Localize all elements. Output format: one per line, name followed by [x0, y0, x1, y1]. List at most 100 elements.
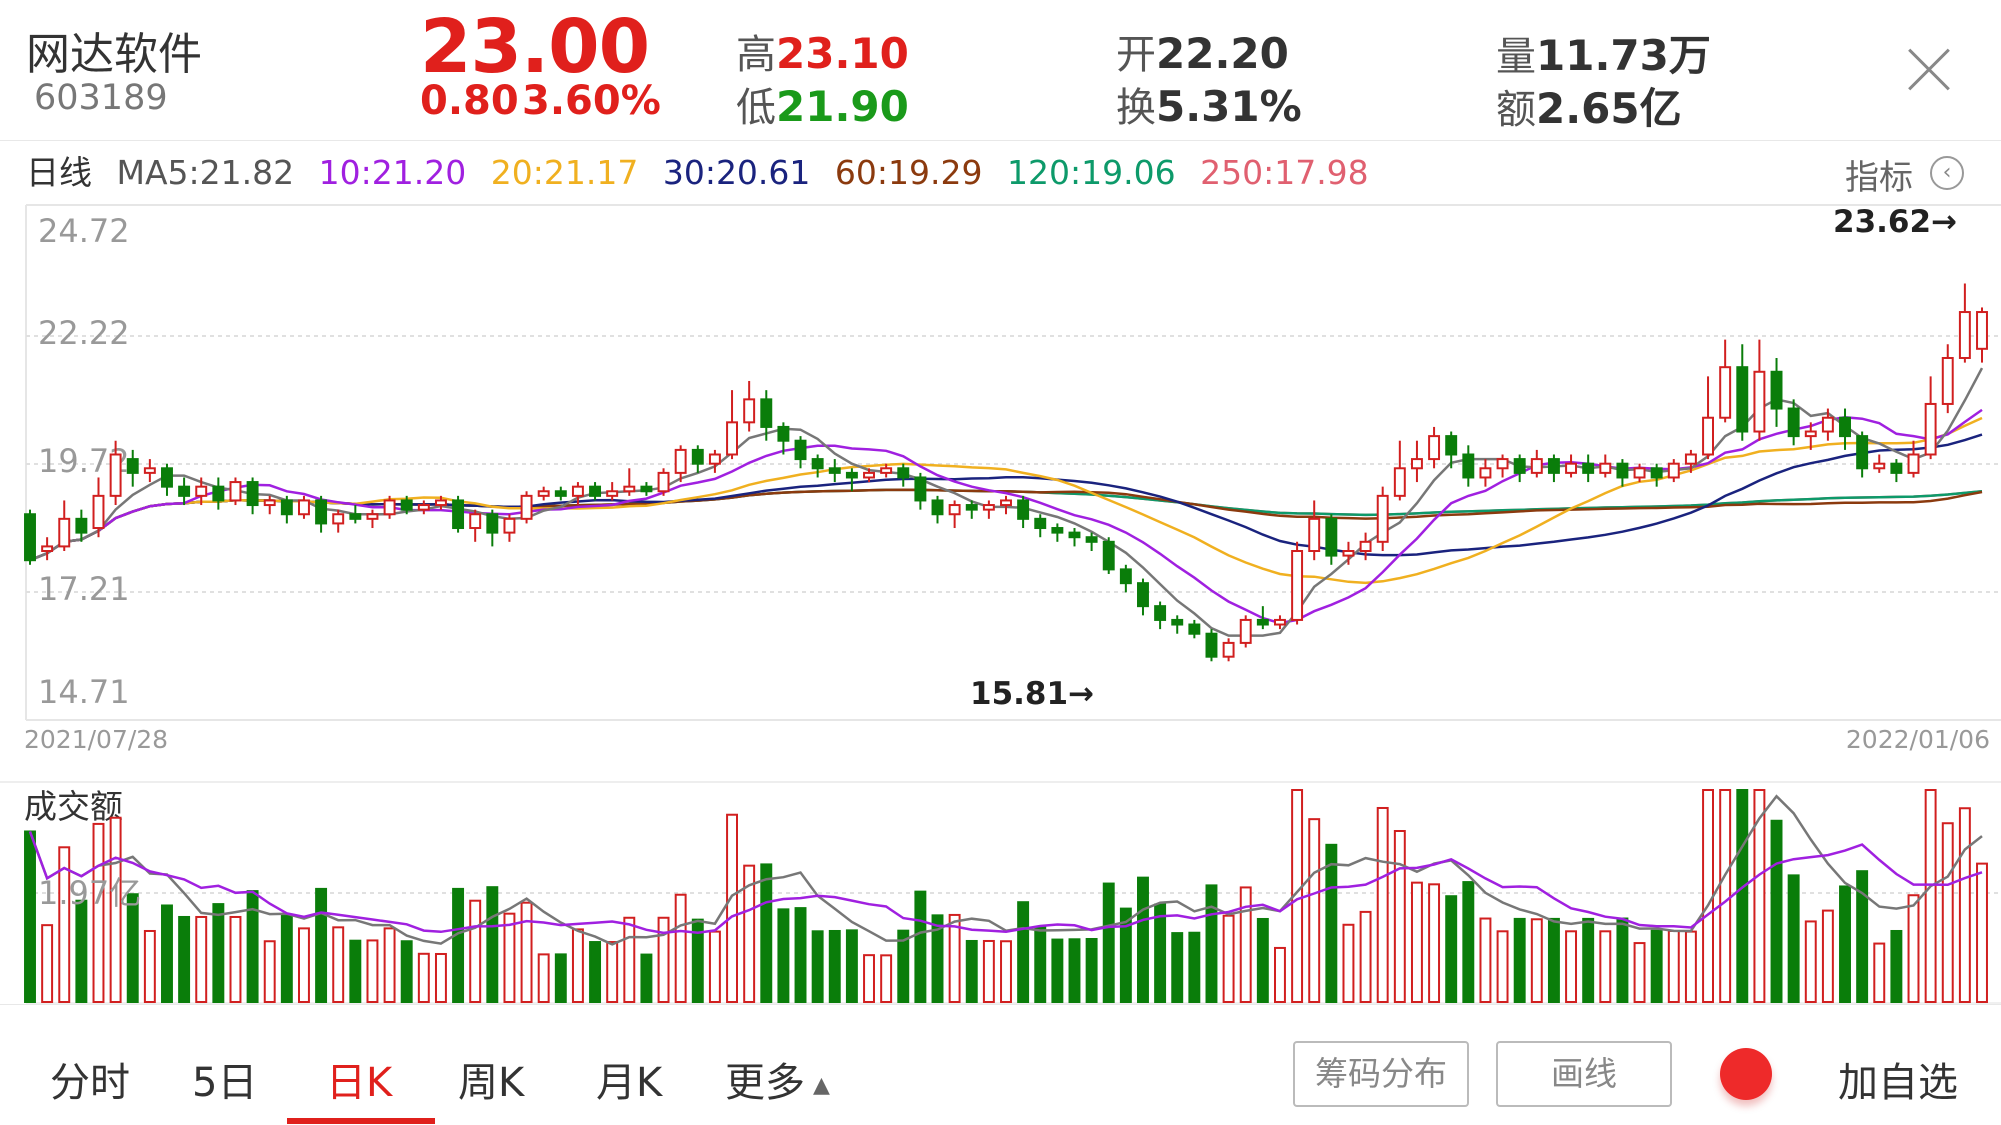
- candle-body: [1565, 462, 1578, 474]
- volume-bar: [383, 927, 396, 1004]
- candle-body: [1393, 467, 1406, 497]
- candle-body: [1530, 458, 1543, 474]
- volume-bar: [1342, 923, 1355, 1003]
- candle-body: [1633, 467, 1646, 479]
- volume-bar: [332, 926, 345, 1003]
- tab-more[interactable]: 更多 ▲: [725, 1050, 830, 1108]
- volume-bar: [1684, 930, 1697, 1003]
- volume-bar: [571, 928, 584, 1003]
- candle-body: [263, 499, 276, 507]
- candle-body: [794, 439, 807, 461]
- candle-body: [1582, 462, 1595, 474]
- volume-bar: [297, 927, 310, 1004]
- volume-bar: [1137, 876, 1149, 1004]
- draw-line-button[interactable]: 画线: [1496, 1041, 1672, 1107]
- candle-body: [24, 513, 36, 562]
- caret-up-icon: ▲: [813, 1072, 830, 1098]
- candle-body: [1941, 356, 1954, 405]
- candle-body: [880, 467, 893, 474]
- candle-body: [1273, 618, 1286, 626]
- candle-body: [383, 499, 396, 516]
- volume-bar: [1890, 929, 1903, 1003]
- candle-body: [1205, 632, 1218, 658]
- volume-bar: [417, 952, 430, 1004]
- volume-bar: [1325, 843, 1338, 1003]
- candle-body: [1342, 550, 1355, 557]
- candle-body: [195, 485, 208, 497]
- volume-bar: [486, 886, 499, 1003]
- volume-bar: [92, 822, 105, 1003]
- volume-bar: [1530, 918, 1543, 1004]
- candle-body: [1222, 641, 1235, 658]
- volume-bar: [1017, 901, 1030, 1003]
- chip-distribution-button[interactable]: 筹码分布: [1293, 1041, 1469, 1107]
- volume-bar: [1547, 917, 1560, 1003]
- volume-bar: [845, 929, 858, 1004]
- candle-body: [554, 490, 567, 497]
- volume-bar: [469, 899, 482, 1004]
- candle-body: [1873, 462, 1886, 470]
- volume-bar: [1034, 925, 1047, 1003]
- tab-5day[interactable]: 5日: [192, 1050, 257, 1108]
- candle-body: [1547, 458, 1560, 474]
- candle-body: [1599, 462, 1612, 474]
- candle-body: [589, 485, 602, 497]
- candle-body: [1188, 623, 1201, 635]
- volume-bar: [195, 915, 208, 1004]
- y-tick-label: 14.71: [38, 673, 130, 711]
- candle-body: [1376, 494, 1389, 543]
- volume-bar: [161, 904, 173, 1003]
- tab-more-label: 更多: [725, 1060, 805, 1106]
- volume-bar: [263, 940, 276, 1003]
- volume-bar: [315, 887, 328, 1004]
- volume-bar: [537, 953, 550, 1004]
- volume-bar: [1702, 789, 1715, 1003]
- volume-bar: [1496, 930, 1509, 1004]
- candle-body: [143, 467, 156, 474]
- tab-intraday[interactable]: 分时: [50, 1050, 130, 1108]
- candle-body: [1616, 462, 1629, 479]
- volume-bar: [811, 930, 824, 1004]
- volume-bar: [589, 941, 602, 1004]
- volume-bar: [1222, 914, 1235, 1004]
- x-end-date: 2022/01/06: [1846, 725, 1990, 754]
- candle-body: [280, 499, 293, 516]
- candle-body: [1804, 430, 1817, 438]
- candle-body: [212, 485, 225, 502]
- tab-weekly-k[interactable]: 周K: [458, 1050, 524, 1108]
- candle-body: [691, 448, 704, 465]
- volume-bar: [1650, 929, 1663, 1004]
- candle-body: [982, 504, 995, 511]
- volume-bar: [1376, 806, 1389, 1003]
- active-tab-indicator: [287, 1118, 435, 1124]
- candle-body: [537, 490, 550, 497]
- volume-bar: [24, 830, 36, 1004]
- candle-body: [1479, 467, 1492, 479]
- volume-bar: [1273, 946, 1286, 1004]
- candle-body: [1051, 527, 1064, 534]
- candle-body: [1770, 370, 1783, 410]
- candle-body: [1976, 311, 1988, 350]
- candle-body: [571, 485, 584, 497]
- max-price-marker: 23.62→: [1833, 204, 1957, 240]
- add-favorite-button[interactable]: 加自选: [1838, 1050, 1958, 1108]
- volume-bar: [1565, 930, 1578, 1004]
- volume-bar: [965, 939, 978, 1004]
- tab-monthly-k[interactable]: 月K: [596, 1050, 662, 1108]
- volume-bar: [1941, 822, 1954, 1003]
- kline-chart[interactable]: 24.72 22.22 19.72 17.21 14.71 23.62→ 15.…: [0, 0, 2001, 1125]
- candle-body: [58, 517, 71, 548]
- volume-bar: [1085, 937, 1098, 1003]
- volume-tick-label: 1.97亿: [38, 874, 141, 912]
- candle-body: [1821, 416, 1834, 433]
- volume-bar: [1188, 931, 1201, 1004]
- tab-daily-k[interactable]: 日K: [326, 1050, 392, 1108]
- candle-body: [743, 398, 756, 424]
- volume-bar: [1051, 938, 1064, 1003]
- volume-bar: [606, 941, 619, 1004]
- volume-bar: [1907, 894, 1920, 1003]
- candle-body: [109, 453, 122, 497]
- candle-body: [229, 481, 242, 502]
- record-icon[interactable]: [1720, 1048, 1772, 1100]
- candle-body: [1719, 366, 1732, 419]
